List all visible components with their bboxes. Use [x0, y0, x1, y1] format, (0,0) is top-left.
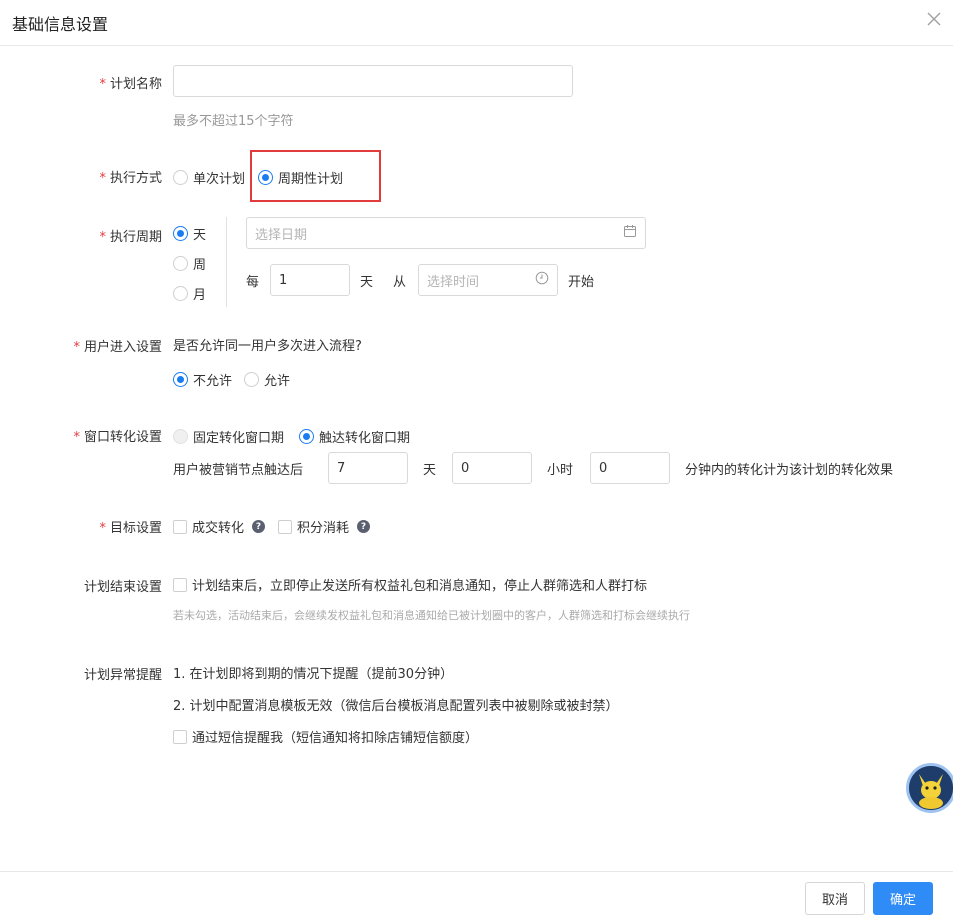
sms-alert-option[interactable]: 通过短信提醒我（短信通知将扣除店铺短信额度） [173, 727, 478, 746]
start-label: 开始 [568, 275, 595, 290]
from-label: 从 [393, 275, 407, 290]
entry-allow[interactable]: 允许 [244, 370, 290, 389]
assistant-avatar[interactable] [906, 763, 953, 813]
cycle-month[interactable]: 月 [173, 284, 206, 303]
clock-icon [535, 271, 549, 289]
exec-mode-label: * 执行方式 [99, 171, 162, 186]
window-days-label: 天 [423, 463, 437, 478]
plan-end-option[interactable]: 计划结束后，立即停止发送所有权益礼包和消息通知，停止人群筛选和人群打标 [173, 575, 647, 594]
window-fixed[interactable]: 固定转化窗口期 [173, 427, 284, 446]
ok-button[interactable]: 确定 [873, 882, 933, 915]
alert-item-1: 1. 在计划即将到期的情况下提醒（提前30分钟） [173, 667, 454, 682]
alert-item-2: 2. 计划中配置消息模板无效（微信后台模板消息配置列表中被剔除或被封禁） [173, 699, 619, 714]
plan-end-label: 计划结束设置 [83, 580, 162, 595]
exec-mode-single[interactable]: 单次计划 [173, 168, 245, 187]
user-entry-label: * 用户进入设置 [73, 340, 162, 355]
window-label: * 窗口转化设置 [73, 430, 162, 445]
checkbox-points[interactable] [278, 519, 292, 534]
dialog-title: 基础信息设置 [12, 15, 109, 34]
close-icon[interactable] [924, 9, 944, 29]
window-minutes-input[interactable]: 0 [590, 452, 670, 484]
cycle-day[interactable]: 天 [173, 224, 206, 243]
window-prefix: 用户被营销节点触达后 [173, 463, 304, 478]
window-days-input[interactable]: 7 [328, 452, 408, 484]
radio-single[interactable] [173, 170, 188, 185]
plan-end-hint: 若未勾选，活动结束后，会继续发权益礼包和消息通知给已被计划圈中的客户，人群筛选和… [173, 609, 690, 622]
radio-disallow[interactable] [173, 372, 188, 387]
checkbox-deal[interactable] [173, 519, 187, 534]
highlight-box [250, 150, 381, 202]
plan-name-input[interactable] [173, 65, 573, 97]
cycle-divider [226, 217, 227, 307]
every-unit: 天 [360, 275, 374, 290]
user-entry-question: 是否允许同一用户多次进入流程? [173, 339, 362, 354]
plan-name-hint: 最多不超过15个字符 [173, 114, 294, 129]
checkbox-plan-end[interactable] [173, 577, 187, 592]
header-divider [0, 45, 953, 46]
radio-day[interactable] [173, 226, 188, 241]
entry-disallow[interactable]: 不允许 [173, 370, 232, 389]
help-icon[interactable]: ? [252, 520, 266, 533]
goal-points[interactable]: 积分消耗 ? [278, 517, 371, 536]
cancel-button[interactable]: 取消 [805, 882, 865, 915]
radio-week[interactable] [173, 256, 188, 271]
window-touch[interactable]: 触达转化窗口期 [299, 427, 410, 446]
help-icon[interactable]: ? [357, 520, 371, 533]
footer-divider [0, 871, 953, 872]
time-picker[interactable]: 选择时间 [418, 264, 558, 296]
radio-allow[interactable] [244, 372, 259, 387]
radio-fixed[interactable] [173, 429, 188, 444]
date-picker[interactable]: 选择日期 [246, 217, 646, 249]
every-label: 每 [246, 275, 260, 290]
calendar-icon [623, 224, 637, 242]
window-hours-label: 小时 [547, 463, 574, 478]
plan-alert-label: 计划异常提醒 [83, 668, 162, 683]
every-input[interactable]: 1 [270, 264, 350, 296]
goal-label: * 目标设置 [99, 521, 162, 536]
cycle-week[interactable]: 周 [173, 254, 206, 273]
radio-month[interactable] [173, 286, 188, 301]
goal-deal[interactable]: 成交转化 ? [173, 517, 266, 536]
checkbox-sms[interactable] [173, 729, 187, 744]
radio-touch[interactable] [299, 429, 314, 444]
plan-name-label: * 计划名称 [99, 77, 162, 92]
window-hours-input[interactable]: 0 [452, 452, 532, 484]
exec-cycle-label: * 执行周期 [99, 230, 162, 245]
window-suffix: 分钟内的转化计为该计划的转化效果 [685, 463, 894, 478]
